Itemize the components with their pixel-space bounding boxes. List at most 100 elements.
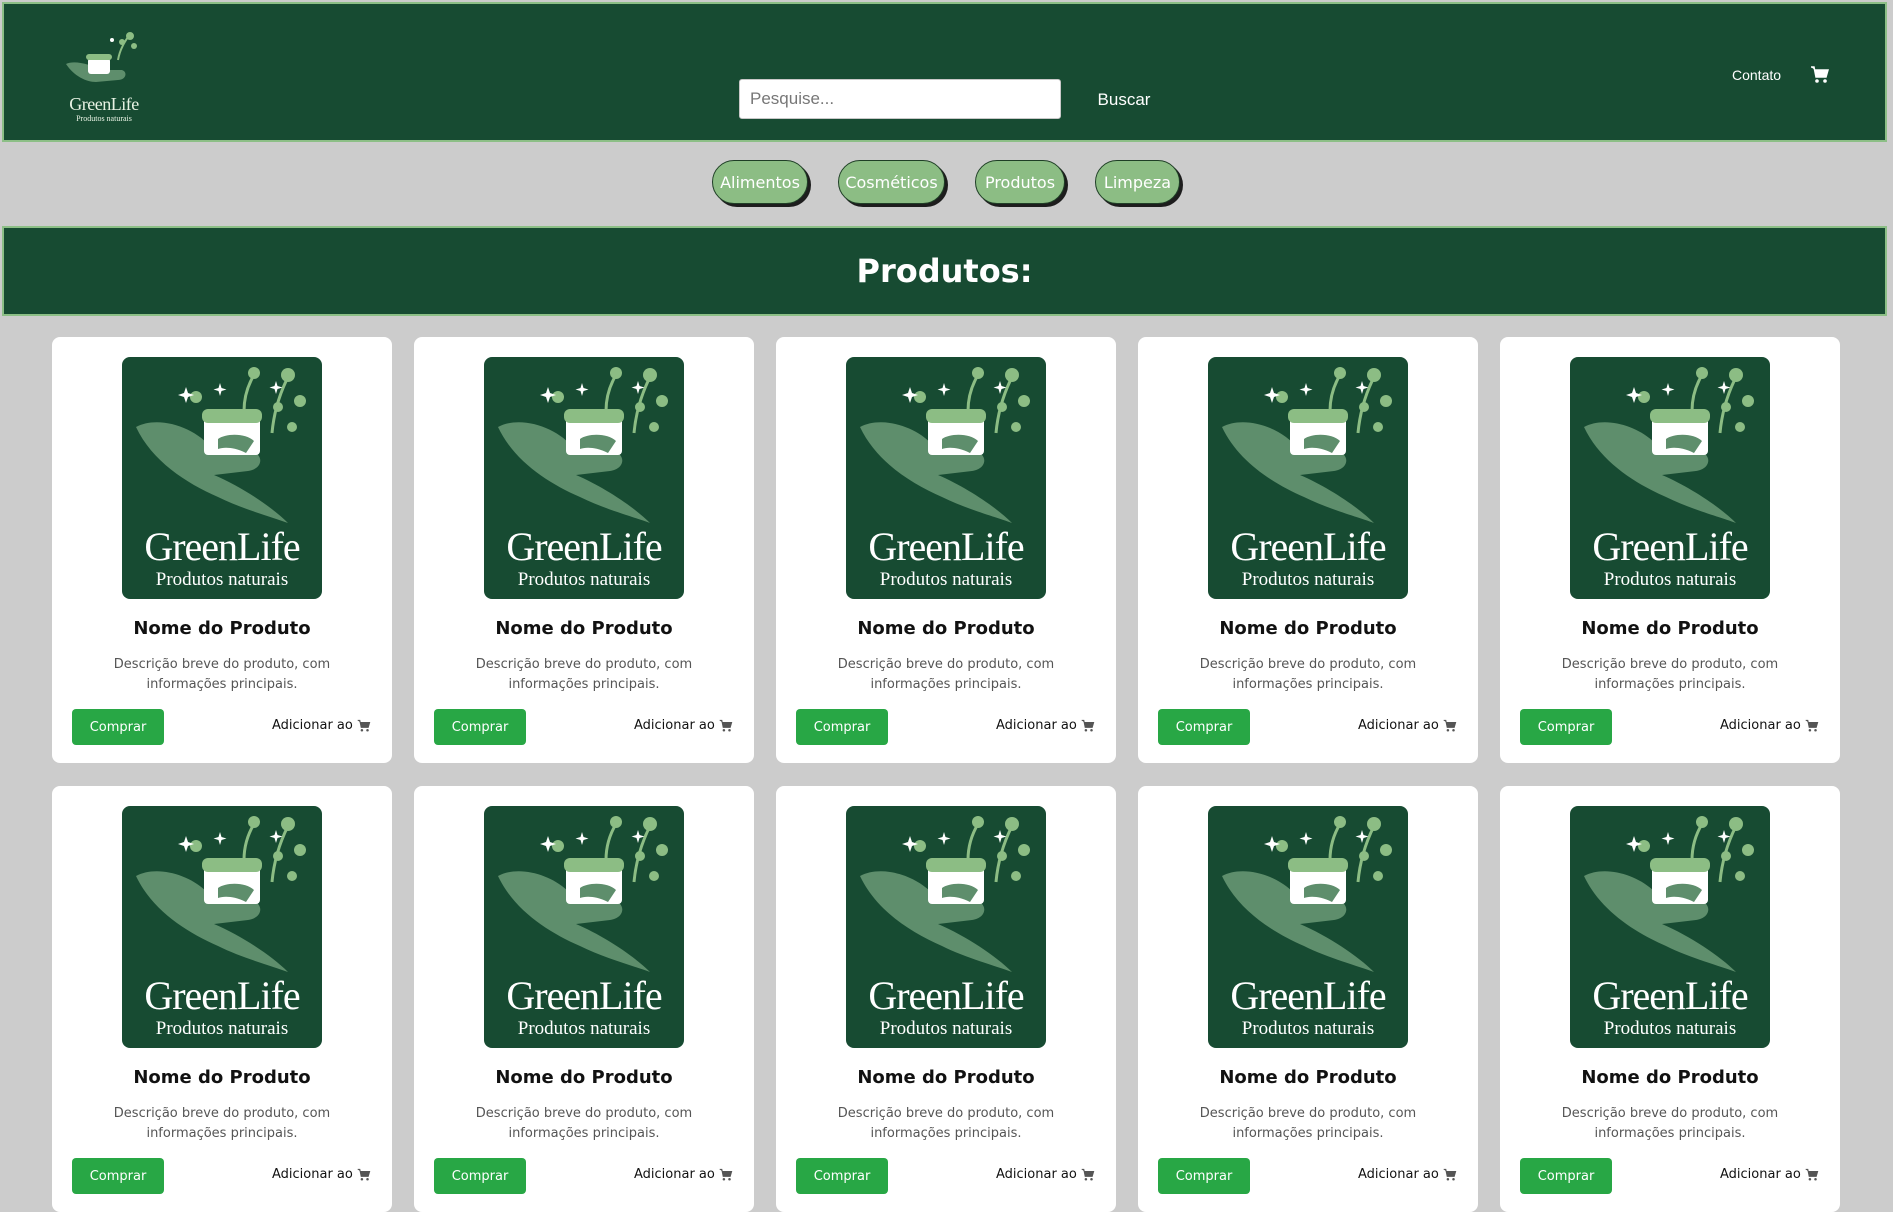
product-image-brand: GreenLife [868, 524, 1024, 569]
contact-link[interactable]: Contato [1732, 67, 1781, 83]
category-cosmeticos-button[interactable]: Cosméticos [838, 160, 945, 204]
product-image-brand: GreenLife [506, 524, 662, 569]
product-description: Descrição breve do produto, com informaç… [475, 657, 693, 692]
add-to-cart-label: Adicionar ao [996, 718, 1077, 733]
add-to-cart-button[interactable]: Adicionar ao [272, 1167, 371, 1182]
product-name: Nome do Produto [133, 1067, 311, 1088]
add-to-cart-label: Adicionar ao [1720, 718, 1801, 733]
add-to-cart-button[interactable]: Adicionar ao [1720, 1167, 1819, 1182]
add-to-cart-label: Adicionar ao [272, 718, 353, 733]
product-description: Descrição breve do produto, com informaç… [837, 657, 1055, 692]
product-description: Descrição breve do produto, com informaç… [113, 657, 331, 692]
add-to-cart-icon [1081, 719, 1095, 731]
logo-brand-name: GreenLife [69, 94, 139, 114]
product-description: Descrição breve do produto, com informaç… [475, 1106, 693, 1141]
product-image: GreenLife Produtos naturais [484, 806, 684, 1048]
add-to-cart-icon [1443, 719, 1457, 731]
add-to-cart-label: Adicionar ao [272, 1167, 353, 1182]
buy-button[interactable]: Comprar [1520, 1158, 1612, 1194]
add-to-cart-label: Adicionar ao [996, 1167, 1077, 1182]
product-name: Nome do Produto [1219, 618, 1397, 639]
section-title: Produtos: [856, 252, 1033, 290]
buy-button[interactable]: Comprar [434, 1158, 526, 1194]
product-card: GreenLife Produtos naturais Nome do Prod… [52, 786, 392, 1212]
product-image-tagline: Produtos naturais [155, 1018, 289, 1039]
add-to-cart-button[interactable]: Adicionar ao [996, 718, 1095, 733]
product-image: GreenLife Produtos naturais [484, 357, 684, 599]
search-button[interactable]: Buscar [1086, 84, 1162, 116]
product-name: Nome do Produto [1581, 618, 1759, 639]
add-to-cart-label: Adicionar ao [1358, 1167, 1439, 1182]
product-image-brand: GreenLife [144, 524, 300, 569]
category-produtos-button[interactable]: Produtos [975, 160, 1065, 204]
product-card: GreenLife Produtos naturais Nome do Prod… [1500, 337, 1840, 763]
add-to-cart-button[interactable]: Adicionar ao [996, 1167, 1095, 1182]
category-alimentos-button[interactable]: Alimentos [712, 160, 808, 204]
product-image: GreenLife Produtos naturais [846, 806, 1046, 1048]
product-image-tagline: Produtos naturais [879, 1018, 1013, 1039]
product-image: GreenLife Produtos naturais [1208, 357, 1408, 599]
product-name: Nome do Produto [495, 618, 673, 639]
buy-button[interactable]: Comprar [1158, 1158, 1250, 1194]
product-image-brand: GreenLife [1592, 524, 1748, 569]
product-description: Descrição breve do produto, com informaç… [1561, 657, 1779, 692]
product-image-brand: GreenLife [1230, 524, 1386, 569]
add-to-cart-button[interactable]: Adicionar ao [1358, 1167, 1457, 1182]
product-description: Descrição breve do produto, com informaç… [1199, 1106, 1417, 1141]
buy-button[interactable]: Comprar [796, 1158, 888, 1194]
add-to-cart-icon [1805, 719, 1819, 731]
add-to-cart-button[interactable]: Adicionar ao [634, 1167, 733, 1182]
add-to-cart-button[interactable]: Adicionar ao [1720, 718, 1819, 733]
greenlife-logo[interactable]: GreenLife Produtos naturais [60, 30, 148, 128]
product-card: GreenLife Produtos naturais Nome do Prod… [776, 337, 1116, 763]
product-description: Descrição breve do produto, com informaç… [113, 1106, 331, 1141]
product-card: GreenLife Produtos naturais Nome do Prod… [1138, 337, 1478, 763]
buy-button[interactable]: Comprar [1520, 709, 1612, 745]
section-banner: Produtos: [2, 226, 1887, 316]
buy-button[interactable]: Comprar [434, 709, 526, 745]
product-image-tagline: Produtos naturais [1241, 569, 1375, 590]
add-to-cart-icon [1081, 1168, 1095, 1180]
product-description: Descrição breve do produto, com informaç… [837, 1106, 1055, 1141]
add-to-cart-icon [719, 719, 733, 731]
category-limpeza-button[interactable]: Limpeza [1095, 160, 1180, 204]
product-card: GreenLife Produtos naturais Nome do Prod… [1500, 786, 1840, 1212]
product-card: GreenLife Produtos naturais Nome do Prod… [1138, 786, 1478, 1212]
product-image-tagline: Produtos naturais [517, 569, 651, 590]
product-image: GreenLife Produtos naturais [1208, 806, 1408, 1048]
product-image-brand: GreenLife [1230, 973, 1386, 1018]
product-image-tagline: Produtos naturais [1603, 1018, 1737, 1039]
buy-button[interactable]: Comprar [796, 709, 888, 745]
add-to-cart-label: Adicionar ao [1720, 1167, 1801, 1182]
add-to-cart-label: Adicionar ao [1358, 718, 1439, 733]
product-image-tagline: Produtos naturais [1603, 569, 1737, 590]
add-to-cart-label: Adicionar ao [634, 1167, 715, 1182]
product-card: GreenLife Produtos naturais Nome do Prod… [414, 337, 754, 763]
logo-tagline: Produtos naturais [76, 114, 132, 123]
logo-hand-jar-icon [66, 32, 137, 82]
add-to-cart-button[interactable]: Adicionar ao [272, 718, 371, 733]
site-header: GreenLife Produtos naturais Buscar Conta… [2, 2, 1887, 142]
product-image: GreenLife Produtos naturais [122, 357, 322, 599]
search-input[interactable] [739, 79, 1061, 119]
product-card: GreenLife Produtos naturais Nome do Prod… [776, 786, 1116, 1212]
product-card: GreenLife Produtos naturais Nome do Prod… [414, 786, 754, 1212]
add-to-cart-label: Adicionar ao [634, 718, 715, 733]
buy-button[interactable]: Comprar [72, 709, 164, 745]
add-to-cart-button[interactable]: Adicionar ao [1358, 718, 1457, 733]
add-to-cart-icon [1805, 1168, 1819, 1180]
product-name: Nome do Produto [495, 1067, 673, 1088]
product-description: Descrição breve do produto, com informaç… [1561, 1106, 1779, 1141]
product-image: GreenLife Produtos naturais [1570, 806, 1770, 1048]
product-card: GreenLife Produtos naturais Nome do Prod… [52, 337, 392, 763]
product-image-tagline: Produtos naturais [1241, 1018, 1375, 1039]
buy-button[interactable]: Comprar [1158, 709, 1250, 745]
product-image: GreenLife Produtos naturais [122, 806, 322, 1048]
product-image-brand: GreenLife [1592, 973, 1748, 1018]
add-to-cart-button[interactable]: Adicionar ao [634, 718, 733, 733]
add-to-cart-icon [357, 719, 371, 731]
category-nav: Alimentos Cosméticos Produtos Limpeza [0, 160, 1893, 208]
buy-button[interactable]: Comprar [72, 1158, 164, 1194]
cart-icon[interactable] [1810, 65, 1830, 85]
product-image-brand: GreenLife [868, 973, 1024, 1018]
